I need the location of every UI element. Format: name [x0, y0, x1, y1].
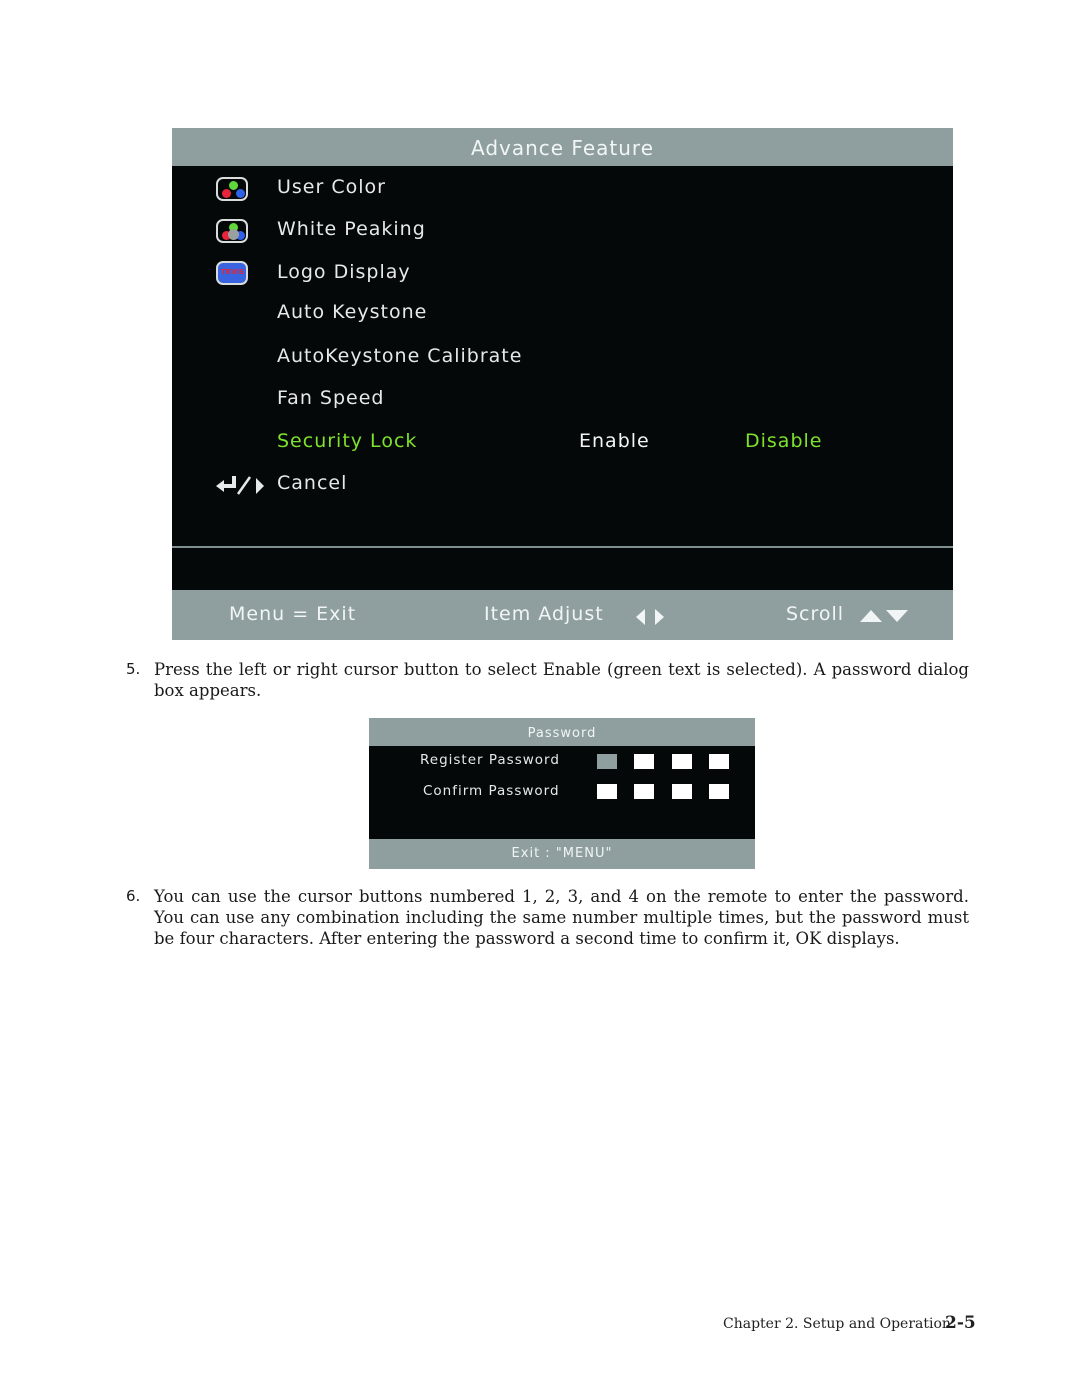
- password-dialog-title: Password: [369, 718, 755, 746]
- register-digit-4[interactable]: [709, 754, 729, 769]
- confirm-digit-4[interactable]: [709, 784, 729, 799]
- menu-item-cancel[interactable]: Cancel: [277, 472, 347, 494]
- register-digit-1[interactable]: [597, 754, 617, 769]
- step-text: You can use the cursor buttons numbered …: [154, 887, 969, 948]
- page-number: 2-5: [945, 1313, 976, 1333]
- step-text: Press the left or right cursor button to…: [154, 660, 969, 700]
- password-exit-hint: Exit : "MENU": [369, 839, 755, 869]
- chapter-footer: Chapter 2. Setup and Operation: [723, 1316, 951, 1332]
- scroll-hint: Scroll: [786, 603, 845, 625]
- register-digit-2[interactable]: [634, 754, 654, 769]
- register-password-label: Register Password: [420, 752, 560, 768]
- option-disable[interactable]: Disable: [745, 430, 822, 452]
- confirm-password-label: Confirm Password: [423, 783, 560, 799]
- white-peaking-icon: [216, 219, 248, 243]
- menu-item-logo-display[interactable]: Logo Display: [277, 261, 411, 283]
- menu-item-auto-keystone[interactable]: Auto Keystone: [277, 301, 427, 323]
- menu-item-white-peaking[interactable]: White Peaking: [277, 218, 426, 240]
- menu-title: Advance Feature: [172, 128, 953, 166]
- user-color-icon: [216, 177, 248, 201]
- confirm-digit-1[interactable]: [597, 784, 617, 799]
- menu-item-fan-speed[interactable]: Fan Speed: [277, 387, 384, 409]
- step-number: 5.: [126, 660, 141, 678]
- register-digit-3[interactable]: [672, 754, 692, 769]
- logo-display-icon: TRVIS: [216, 261, 248, 285]
- step-number: 6.: [126, 887, 141, 905]
- confirm-digit-2[interactable]: [634, 784, 654, 799]
- left-right-arrows-icon: [636, 609, 664, 625]
- item-adjust-hint: Item Adjust: [484, 603, 604, 625]
- advance-feature-menu: Advance Feature User Color White Peaking…: [172, 128, 953, 640]
- menu-footer-bar: Menu = Exit Item Adjust Scroll: [172, 590, 953, 640]
- menu-item-user-color[interactable]: User Color: [277, 176, 386, 198]
- option-enable[interactable]: Enable: [579, 430, 650, 452]
- password-dialog: Password Register Password Confirm Passw…: [369, 718, 755, 869]
- menu-divider: [172, 546, 953, 548]
- menu-item-autokeystone-calibrate[interactable]: AutoKeystone Calibrate: [277, 345, 522, 367]
- up-down-arrows-icon: [860, 610, 908, 622]
- enter-return-icon: [216, 476, 264, 495]
- confirm-digit-3[interactable]: [672, 784, 692, 799]
- menu-exit-hint: Menu = Exit: [229, 603, 357, 625]
- menu-item-security-lock[interactable]: Security Lock: [277, 430, 417, 452]
